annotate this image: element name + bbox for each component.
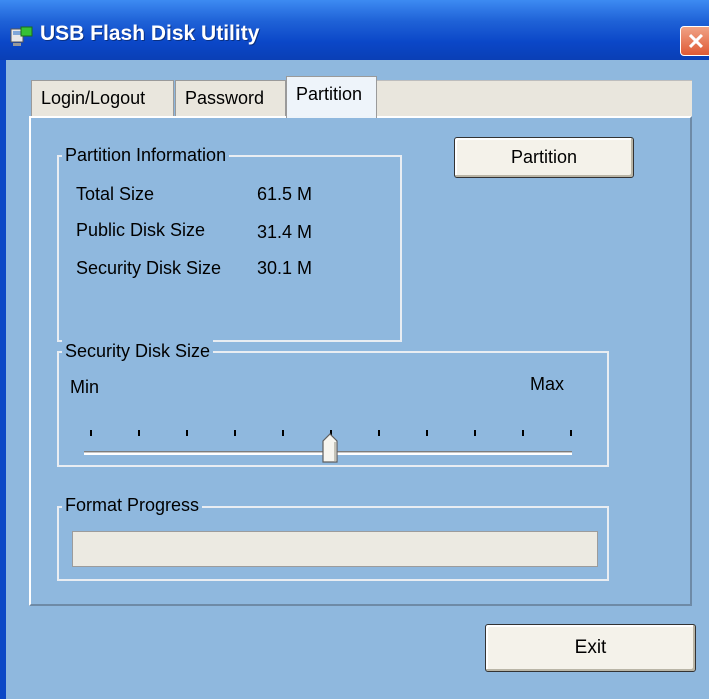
- tab-password[interactable]: Password: [175, 80, 286, 116]
- tab-strip: [377, 80, 692, 116]
- slider-tick: [426, 430, 428, 436]
- slider-max-label: Max: [530, 374, 565, 394]
- tab-partition[interactable]: Partition: [286, 76, 377, 118]
- public-disk-size-value: 31.4 M: [257, 222, 313, 242]
- public-disk-size-label: Public Disk Size: [76, 220, 206, 240]
- format-progress-bar: [72, 531, 598, 567]
- slider-tick: [378, 430, 380, 436]
- total-size-label: Total Size: [76, 184, 155, 204]
- app-window: USB Flash Disk Utility ✕ Login/Logout Pa…: [0, 0, 709, 699]
- security-disk-size-label: Security Disk Size: [76, 258, 222, 278]
- slider-tick: [570, 430, 572, 436]
- security-disk-size-group-label: Security Disk Size: [62, 340, 214, 362]
- usb-app-icon: [10, 26, 33, 46]
- close-icon[interactable]: ✕: [680, 26, 709, 56]
- format-progress-label: Format Progress: [62, 494, 203, 516]
- total-size-value: 61.5 M: [257, 184, 313, 204]
- slider-tick: [474, 430, 476, 436]
- slider-tick: [138, 430, 140, 436]
- window-frame-left: [0, 60, 6, 699]
- slider-thumb[interactable]: [322, 433, 338, 463]
- slider-tick: [234, 430, 236, 436]
- title-bar[interactable]: USB Flash Disk Utility ✕: [0, 0, 709, 60]
- exit-button[interactable]: Exit: [485, 624, 696, 672]
- partition-button[interactable]: Partition: [454, 137, 634, 178]
- slider-tick: [282, 430, 284, 436]
- partition-info-label: Partition Information: [62, 144, 230, 166]
- security-disk-size-value: 30.1 M: [257, 258, 313, 278]
- window-title: USB Flash Disk Utility: [40, 22, 260, 45]
- slider-tick: [522, 430, 524, 436]
- tab-login-logout[interactable]: Login/Logout: [31, 80, 174, 116]
- slider-tick: [90, 430, 92, 436]
- slider-min-label: Min: [70, 377, 100, 397]
- slider-tick: [186, 430, 188, 436]
